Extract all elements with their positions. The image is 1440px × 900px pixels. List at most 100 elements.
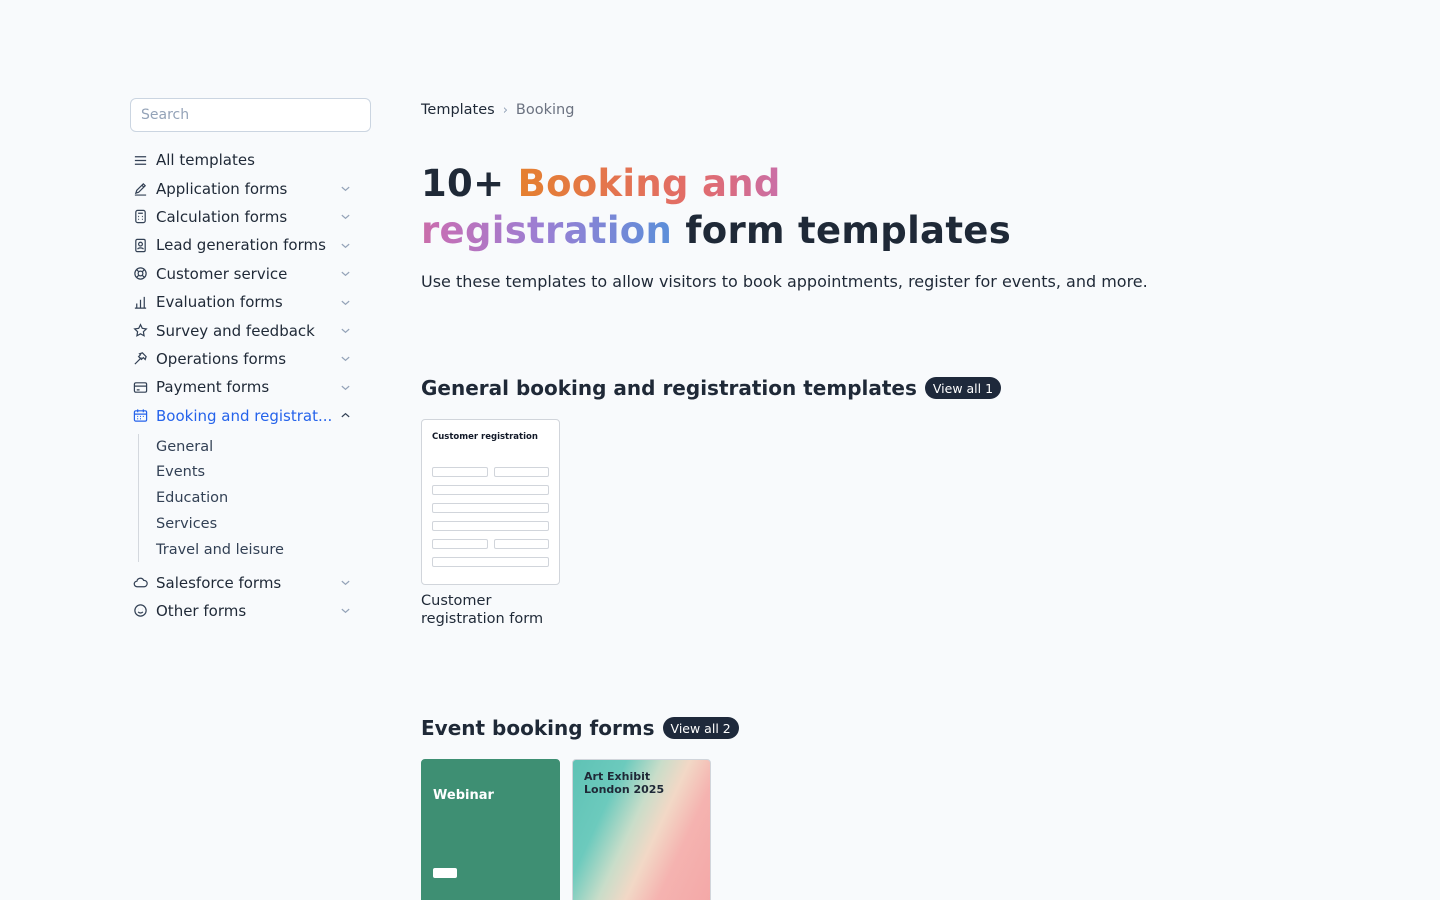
section-title: Event booking forms [421,716,655,740]
sidebar-item-operations-forms[interactable]: Operations forms [130,345,371,373]
thumbnail-field [432,521,549,531]
booking-subcategories: General Events Education Services Travel… [138,433,371,563]
lifebuoy-icon [131,265,149,283]
calculator-icon [131,208,149,226]
sidebar-item-booking-and-registration[interactable]: Booking and registrat... [130,402,371,430]
bar-chart-icon [131,293,149,311]
credit-card-icon [131,378,149,396]
chevron-down-icon[interactable] [338,352,352,366]
thumbnail-heading: Webinar [433,788,494,803]
thumbnail-field-row [432,539,549,549]
sidebar-item-label: All templates [156,151,255,170]
sidebar-item-label: Other forms [156,601,247,620]
breadcrumb: Templates › Booking [421,98,1321,122]
hammer-icon [131,350,149,368]
section-header: General booking and registration templat… [421,376,1002,400]
thumbnail-button [433,868,457,878]
sidebar-item-label: Calculation forms [156,207,288,226]
chevron-down-icon[interactable] [338,210,352,224]
sidebar-item-customer-service[interactable]: Customer service [130,260,371,288]
chevron-down-icon[interactable] [338,238,352,252]
sidebar-item-label: Survey and feedback [156,321,315,340]
search-input[interactable] [130,98,371,132]
thumbnail-field [493,467,549,477]
thumbnail-text-lines [433,842,548,860]
view-all-button[interactable]: View all 1 [924,377,1002,399]
sidebar-item-label: Booking and registrat... [156,406,333,425]
breadcrumb-templates-link[interactable]: Templates [421,102,495,118]
template-card[interactable]: Webinar [421,759,560,900]
sidebar-item-calculation-forms[interactable]: Calculation forms [130,203,371,231]
thumbnail-field [432,467,488,477]
thumbnail-text-lines [584,802,699,826]
sidebar-item-label: Evaluation forms [156,293,283,312]
smiley-icon [131,602,149,620]
section-general-booking: General booking and registration templat… [421,376,1002,628]
subcategory-travel-and-leisure[interactable]: Travel and leisure [156,537,371,563]
page-subtitle: Use these templates to allow visitors to… [421,272,1148,291]
template-card[interactable]: Customer registration Customer registrat… [421,419,560,628]
template-card-title[interactable]: Customer registration form [421,592,560,628]
thumbnail-text-lines [433,822,548,834]
page-title: 10+ Booking and registration form templa… [421,160,1021,254]
breadcrumb-separator: › [502,102,508,118]
list-icon [131,151,149,169]
thumbnail-field-row [432,557,549,567]
section-title: General booking and registration templat… [421,376,917,400]
subcategory-events[interactable]: Events [156,460,371,486]
chevron-up-icon[interactable] [338,409,352,423]
thumbnail-text-lines [433,809,548,814]
sidebar-item-other-forms[interactable]: Other forms [130,597,371,625]
sidebar-item-all-templates[interactable]: All templates [130,146,371,174]
subcategory-services[interactable]: Services [156,511,371,537]
sidebar-item-label: Lead generation forms [156,236,326,255]
chevron-down-icon[interactable] [338,295,352,309]
template-thumbnail[interactable]: Customer registration [421,419,560,585]
thumbnail-field [432,557,549,567]
sidebar-item-application-forms[interactable]: Application forms [130,174,371,202]
chevron-down-icon[interactable] [338,380,352,394]
chevron-down-icon[interactable] [338,324,352,338]
section-header: Event booking forms View all 2 [421,716,739,740]
calendar-icon [131,407,149,425]
thumbnail-list-item [584,830,699,835]
sidebar-item-label: Salesforce forms [156,573,282,592]
section-event-booking: Event booking forms View all 2 Webinar A… [421,716,739,900]
main-content: Templates › Booking 10+ Booking and regi… [421,98,1321,900]
template-thumbnail-art-exhibit[interactable]: Art Exhibit London 2025 [572,759,711,900]
sidebar-item-label: Operations forms [156,349,287,368]
thumbnail-field [432,539,488,549]
sidebar-item-evaluation-forms[interactable]: Evaluation forms [130,288,371,316]
thumbnail-text-lines [432,447,549,459]
chevron-down-icon[interactable] [338,576,352,590]
template-cards: Customer registration Customer registrat… [421,419,1001,628]
title-suffix: form templates [672,209,1012,252]
sidebar-item-salesforce-forms[interactable]: Salesforce forms [130,568,371,596]
sidebar-item-label: Customer service [156,264,288,283]
thumbnail-list-item [584,839,699,844]
subcategory-education[interactable]: Education [156,485,371,511]
thumbnail-field-row [432,467,549,477]
thumbnail-field-row [432,485,549,495]
category-nav: All templates Application forms Calculat… [130,146,371,625]
template-cards: Webinar Art Exhibit London 2025 [421,759,739,900]
chevron-down-icon[interactable] [338,182,352,196]
sidebar-item-label: Payment forms [156,378,270,397]
sidebar-item-survey-and-feedback[interactable]: Survey and feedback [130,316,371,344]
template-card[interactable]: Art Exhibit London 2025 [572,759,711,900]
chevron-down-icon[interactable] [338,267,352,281]
chevron-down-icon[interactable] [338,604,352,618]
thumbnail-field [432,485,549,495]
subcategory-general[interactable]: General [156,434,371,460]
title-prefix: 10+ [421,162,518,205]
sidebar-item-lead-generation-forms[interactable]: Lead generation forms [130,231,371,259]
thumbnail-field [432,503,549,513]
template-thumbnail-webinar[interactable]: Webinar [421,759,560,900]
view-all-button[interactable]: View all 2 [662,717,739,739]
breadcrumb-current: Booking [515,102,575,118]
thumbnail-heading: Art Exhibit London 2025 [584,770,665,796]
thumbnail-heading: Customer registration [432,432,538,442]
sidebar-item-payment-forms[interactable]: Payment forms [130,373,371,401]
sidebar-item-label: Application forms [156,179,288,198]
thumbnail-field-row [432,521,549,531]
